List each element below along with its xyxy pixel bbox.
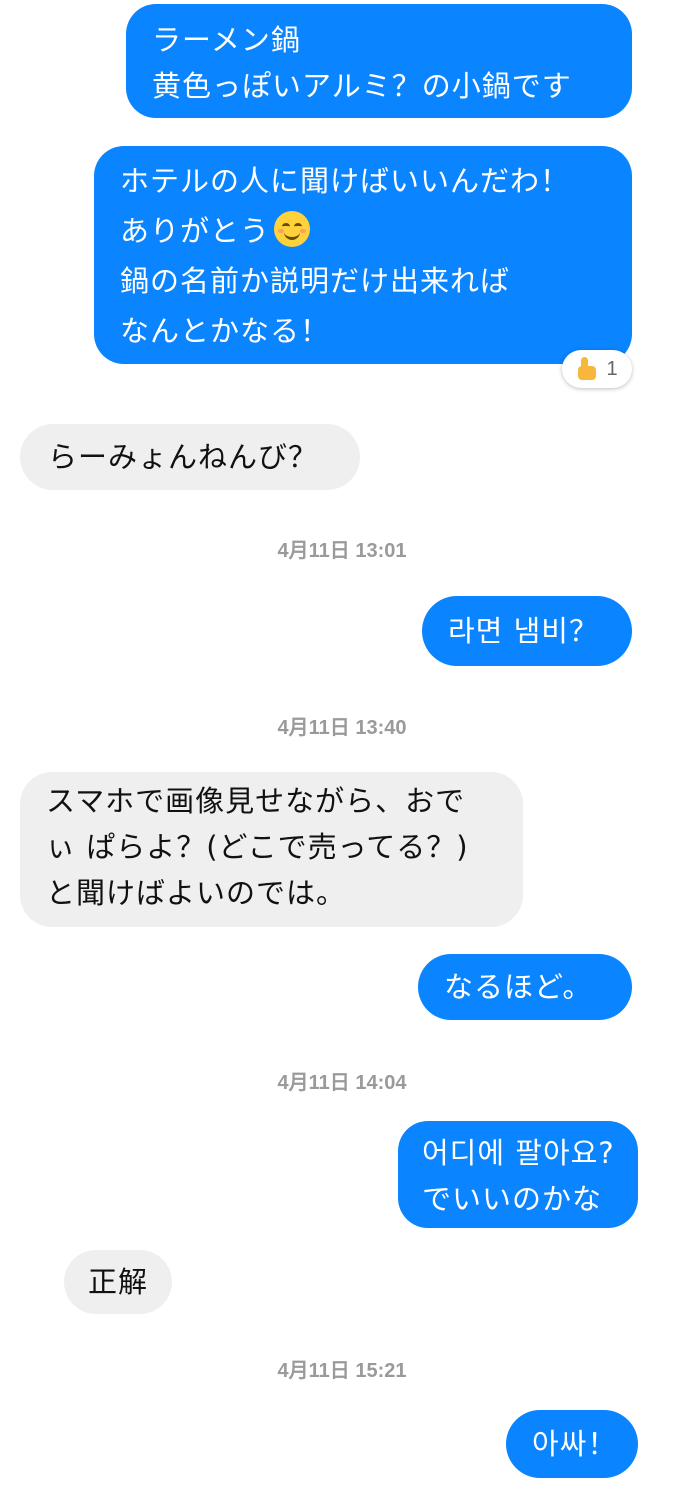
outgoing-message-bubble[interactable]: ホテルの人に聞けばいいんだわ！ ありがとう 鍋の名前か説明だけ出来れば なんとか… [94, 146, 632, 364]
message-line-with-emoji: ありがとう [120, 206, 632, 256]
incoming-message-bubble[interactable]: らーみょんねんび？ [20, 424, 360, 490]
outgoing-message-bubble[interactable]: ラーメン鍋 黄色っぽいアルミ？の小鍋です [126, 4, 632, 118]
message-text: ありがとう [120, 214, 271, 248]
reaction-badge[interactable]: 1 [562, 350, 632, 388]
outgoing-message-bubble[interactable]: 어디에 팔아요? でいいのかな [398, 1121, 638, 1228]
smiling-face-emoji [274, 211, 311, 247]
timestamp: 4月11日 13:40 [277, 717, 407, 739]
message-text: らーみょんねんび？ [48, 440, 319, 474]
message-text: なるほど。 [444, 970, 593, 1004]
incoming-message-bubble[interactable]: 正解 [64, 1250, 172, 1314]
message-text: と聞けばよいのでは。 [46, 876, 347, 910]
message-text: 正解 [88, 1265, 149, 1299]
outgoing-message-bubble[interactable]: なるほど。 [418, 954, 632, 1020]
timestamp: 4月11日 15:21 [277, 1360, 407, 1382]
message-text: ラーメン鍋 [152, 23, 301, 57]
thumbs-up-icon [576, 357, 598, 381]
message-text: 아싸！ [532, 1427, 618, 1461]
timestamp: 4月11日 13:01 [277, 540, 407, 562]
message-text: 어디에 팔아요? [422, 1136, 615, 1170]
timestamp: 4月11日 14:04 [277, 1072, 407, 1094]
message-text: でいいのかな [422, 1182, 603, 1216]
message-text: ホテルの人に聞けばいいんだわ！ [120, 164, 571, 198]
message-text: スマホで画像見せながら、おで [46, 784, 466, 818]
message-text: 라면 냄비？ [448, 614, 599, 648]
message-text: ぃ ぱらよ？(どこで売ってる？) [46, 830, 469, 864]
outgoing-message-bubble[interactable]: 아싸！ [506, 1410, 638, 1478]
reaction-count: 1 [606, 357, 618, 380]
message-text: なんとかなる！ [120, 314, 331, 348]
message-text: 鍋の名前か説明だけ出来れば [120, 264, 511, 298]
outgoing-message-bubble[interactable]: 라면 냄비？ [422, 596, 632, 666]
message-text: 黄色っぽいアルミ？の小鍋です [152, 69, 572, 103]
incoming-message-bubble[interactable]: スマホで画像見せながら、おで ぃ ぱらよ？(どこで売ってる？) と聞けばよいので… [20, 772, 523, 927]
